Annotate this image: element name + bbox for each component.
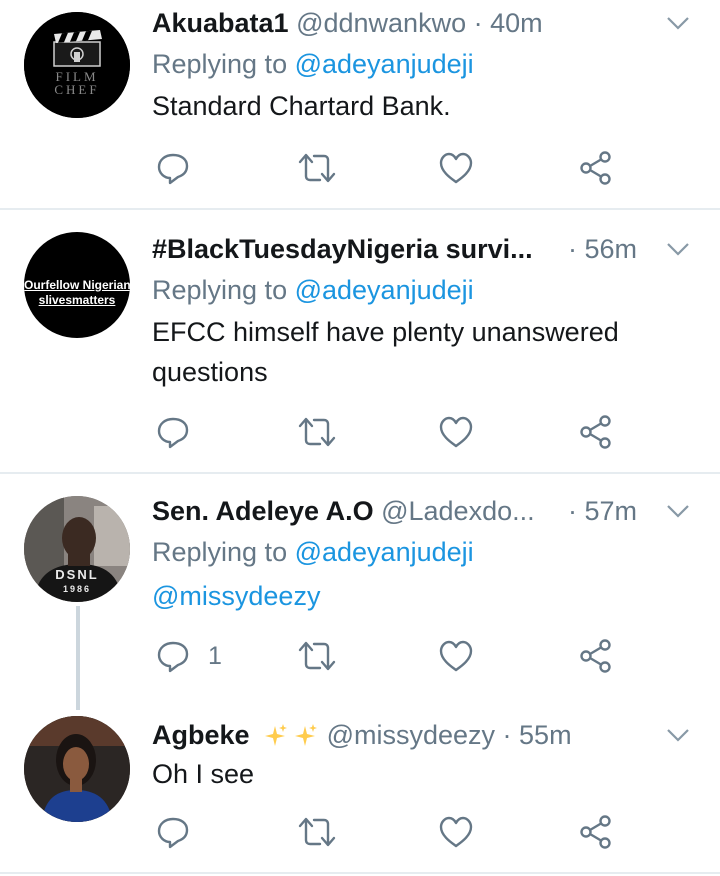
- replying-to-label: Replying to: [152, 49, 295, 79]
- tweet-text: Standard Chartard Bank.: [152, 91, 451, 121]
- reply-button[interactable]: [156, 148, 208, 188]
- replying-to-label: Replying to: [152, 537, 295, 567]
- mention-link[interactable]: @adeyanjudeji: [295, 275, 474, 305]
- divider: [0, 872, 720, 874]
- tweet-text: @missydeezy: [152, 576, 700, 616]
- reply-button[interactable]: [156, 412, 208, 452]
- avatar-text: DSNL: [55, 567, 99, 582]
- mention-link[interactable]: @missydeezy: [152, 581, 320, 611]
- mention-link[interactable]: @adeyanjudeji: [295, 537, 474, 567]
- tweet-header: Sen. Adeleye A.O @Ladexdo... · 57m: [152, 494, 700, 528]
- thread-connector: [76, 606, 80, 710]
- reply-icon: [157, 417, 189, 449]
- avatar-photo: [24, 716, 130, 822]
- timestamp[interactable]: 40m: [490, 8, 543, 38]
- tweet-header: Akuabata1 @ddnwankwo · 40m: [152, 6, 700, 40]
- tweet-header: #BlackTuesdayNigeria survi... · 56m: [152, 232, 700, 266]
- tweet-2[interactable]: Ourfellow Nigerian slivesmatters #BlackT…: [0, 210, 720, 472]
- like-button[interactable]: [438, 412, 474, 452]
- share-icon: [580, 639, 611, 673]
- reply-icon: [157, 817, 189, 849]
- chevron-down-icon[interactable]: [664, 6, 692, 40]
- display-name[interactable]: #BlackTuesdayNigeria survi...: [152, 234, 533, 264]
- tweet-text-line: EFCC himself have plenty unanswered: [152, 317, 619, 347]
- tweet-header: Agbeke @missydeezy · 55m: [152, 718, 700, 752]
- tweet-text-line: questions: [152, 357, 268, 387]
- share-icon: [580, 151, 611, 185]
- separator: ·: [568, 234, 585, 264]
- retweet-button[interactable]: [297, 636, 337, 676]
- display-name[interactable]: Akuabata1: [152, 8, 289, 38]
- reply-button[interactable]: 1: [156, 636, 222, 676]
- username[interactable]: @Ladexdo...: [381, 496, 535, 526]
- retweet-button[interactable]: [297, 148, 337, 188]
- avatar[interactable]: [24, 716, 130, 822]
- share-button[interactable]: [578, 812, 614, 852]
- chevron-down-icon[interactable]: [664, 232, 692, 266]
- tweet-4[interactable]: Agbeke @missydeezy · 55m Oh I see: [0, 702, 720, 872]
- timestamp[interactable]: 56m: [585, 234, 638, 264]
- replying-to: Replying to @adeyanjudeji: [152, 270, 700, 310]
- avatar-text: 1986: [62, 584, 92, 594]
- timestamp[interactable]: 55m: [519, 720, 572, 750]
- separator: ·: [568, 496, 585, 526]
- replying-to: Replying to @adeyanjudeji: [152, 532, 700, 572]
- avatar[interactable]: FILM CHEF: [24, 12, 130, 118]
- share-button[interactable]: [578, 412, 614, 452]
- heart-icon: [439, 416, 473, 448]
- chevron-down-icon[interactable]: [664, 718, 692, 752]
- reply-button[interactable]: [156, 812, 208, 852]
- retweet-button[interactable]: [297, 412, 337, 452]
- separator: ·: [466, 8, 491, 38]
- heart-icon: [439, 152, 473, 184]
- like-button[interactable]: [438, 148, 474, 188]
- avatar-text: CHEF: [54, 82, 100, 97]
- like-button[interactable]: [438, 812, 474, 852]
- mention-link[interactable]: @adeyanjudeji: [295, 49, 474, 79]
- separator: ·: [495, 720, 520, 750]
- reply-icon: [157, 153, 189, 185]
- share-icon: [580, 815, 611, 849]
- reply-count: 1: [208, 641, 222, 670]
- sparkles-icon: [265, 723, 318, 746]
- username[interactable]: @ddnwankwo: [296, 8, 466, 38]
- avatar[interactable]: Ourfellow Nigerian slivesmatters: [24, 232, 130, 338]
- timestamp[interactable]: 57m: [585, 496, 638, 526]
- display-name[interactable]: Agbeke: [152, 720, 250, 750]
- tweet-text: Oh I see: [152, 759, 255, 789]
- like-button[interactable]: [438, 636, 474, 676]
- retweet-icon: [298, 153, 336, 183]
- retweet-icon: [298, 641, 336, 671]
- reply-icon: [157, 641, 189, 673]
- tweet-text: EFCC himself have plenty unanswered ques…: [152, 312, 700, 392]
- retweet-button[interactable]: [297, 812, 337, 852]
- share-button[interactable]: [578, 636, 614, 676]
- avatar-text: Ourfellow Nigerian: [24, 278, 130, 292]
- share-icon: [580, 415, 611, 449]
- replying-to: Replying to @adeyanjudeji: [152, 44, 700, 84]
- heart-icon: [439, 640, 473, 672]
- heart-icon: [439, 816, 473, 848]
- retweet-icon: [298, 817, 336, 847]
- avatar-text: slivesmatters: [38, 293, 116, 307]
- avatar[interactable]: DSNL 1986: [24, 496, 130, 602]
- share-button[interactable]: [578, 148, 614, 188]
- tweet-1[interactable]: FILM CHEF Akuabata1 @ddnwankwo · 40m Rep…: [0, 0, 720, 208]
- replying-to-label: Replying to: [152, 275, 295, 305]
- chevron-down-icon[interactable]: [664, 494, 692, 528]
- film-chef-logo: [24, 12, 130, 118]
- tweet-3[interactable]: DSNL 1986 Sen. Adeleye A.O @Ladexdo... ·…: [0, 474, 720, 702]
- display-name[interactable]: Sen. Adeleye A.O: [152, 496, 374, 526]
- username[interactable]: @missydeezy: [327, 720, 495, 750]
- retweet-icon: [298, 417, 336, 447]
